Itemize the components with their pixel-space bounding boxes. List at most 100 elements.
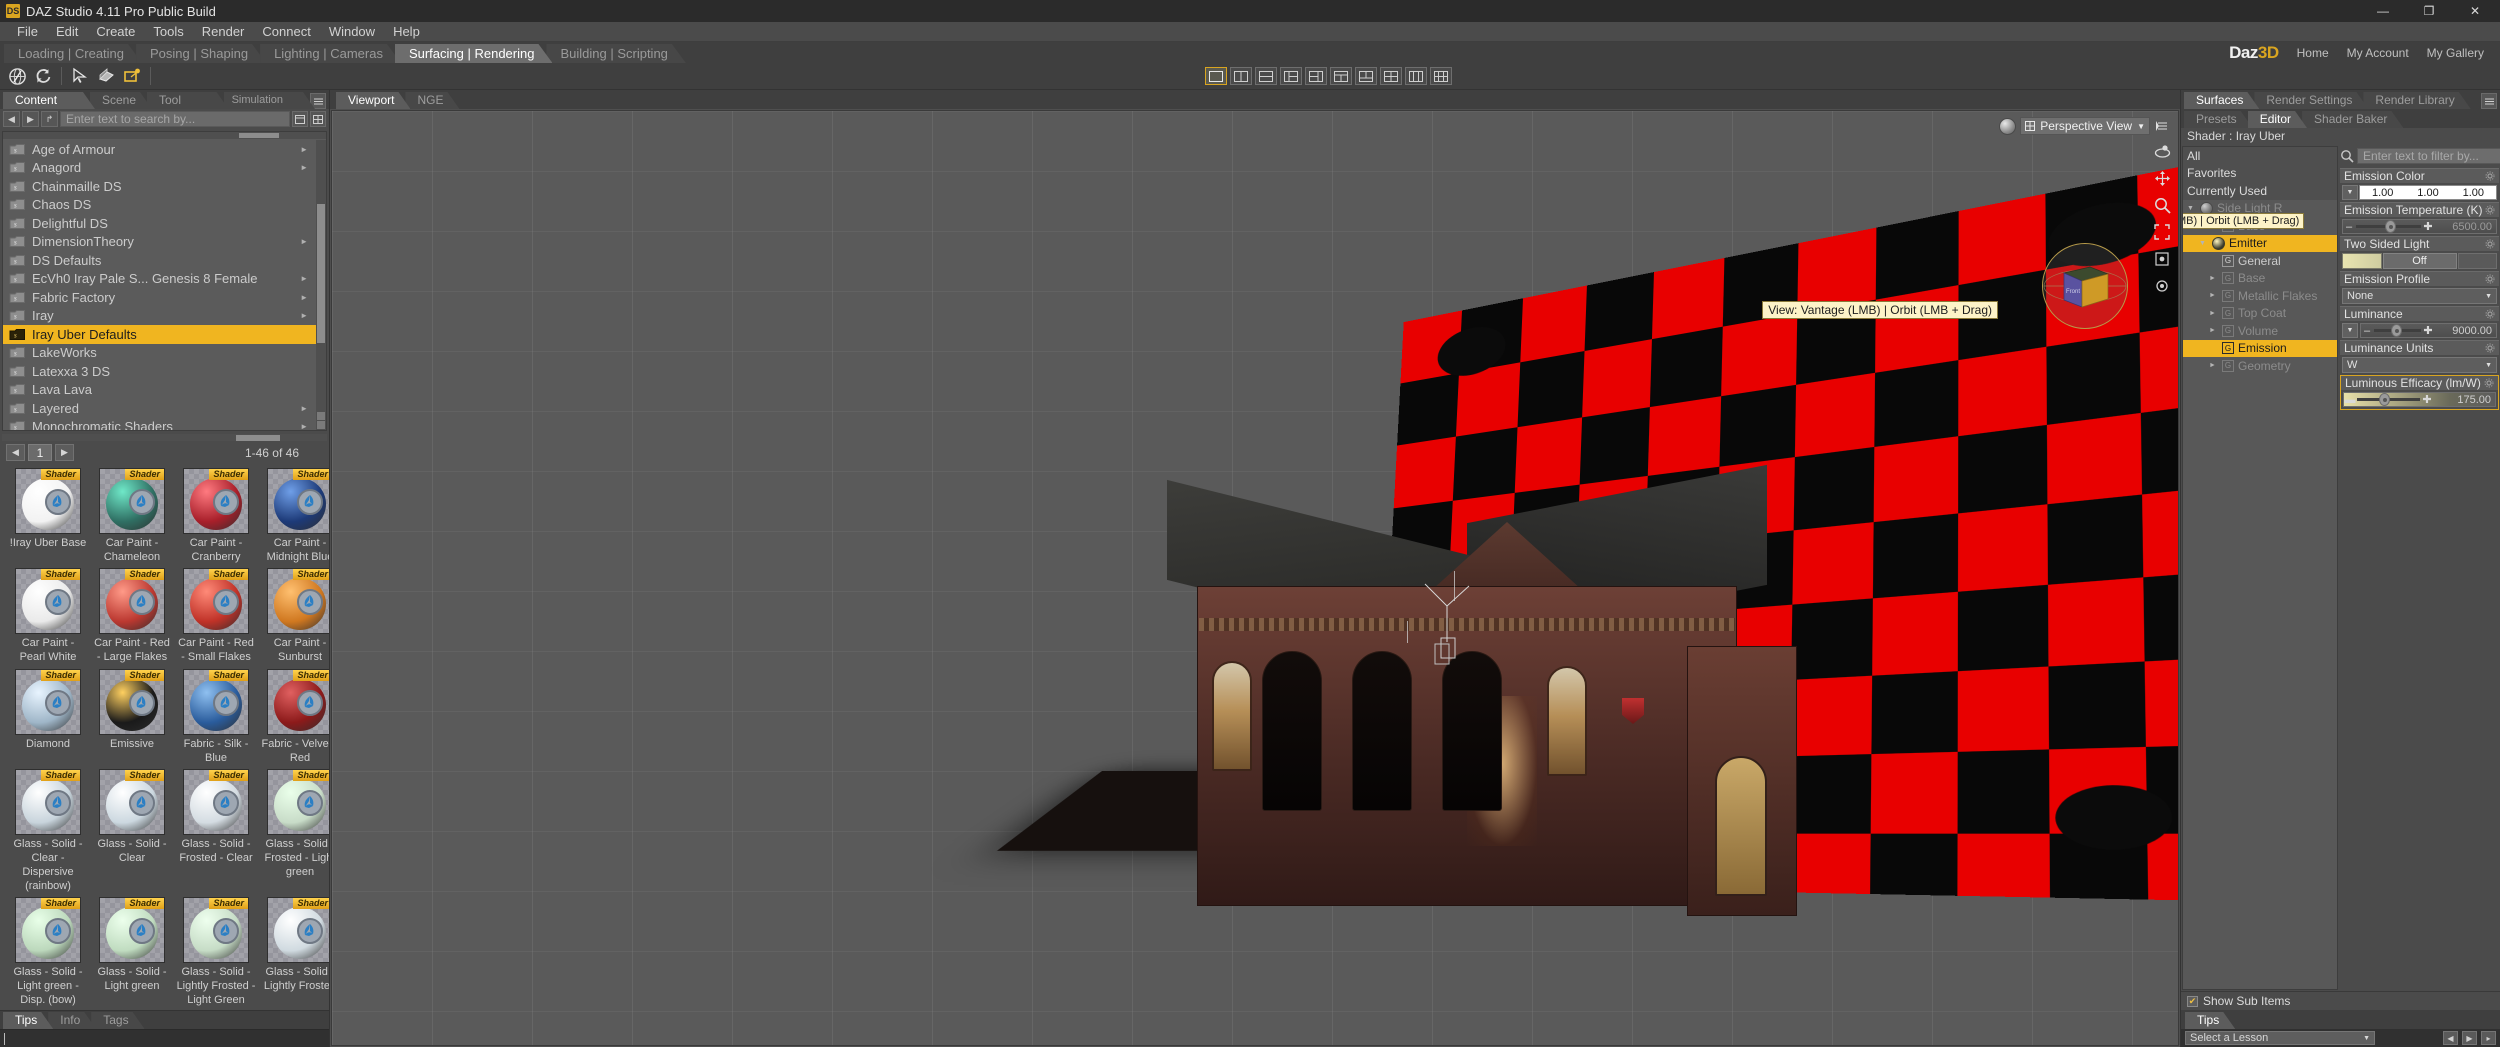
- toggle-right-segment[interactable]: [2457, 253, 2497, 269]
- minimize-button[interactable]: —: [2360, 0, 2406, 22]
- zoom-camera-icon[interactable]: [2152, 195, 2172, 215]
- dropdown-select[interactable]: None ▼: [2342, 288, 2497, 304]
- shader-thumbnail[interactable]: Shader Glass - Solid - Lightly Frosted: [260, 897, 329, 1007]
- surface-tree-row[interactable]: Favorites: [2183, 164, 2337, 182]
- shader-thumbnail[interactable]: Shader Car Paint - Red - Small Flakes: [176, 568, 256, 665]
- thumbs-hscroll-thumb[interactable]: [236, 435, 280, 441]
- content-tree-row[interactable]: s Fabric Factory ►: [3, 288, 316, 307]
- layout-two-vertical-icon[interactable]: [1229, 67, 1252, 85]
- show-sub-items-row[interactable]: ✔ Show Sub Items: [2181, 992, 2500, 1010]
- content-library-tree[interactable]: s Age of Armour ► s Anagord ► s Chainmaille DS s…: [2, 131, 327, 431]
- shader-thumbnail[interactable]: Shader Glass - Solid - Lightly Frosted - …: [176, 897, 256, 1007]
- activity-tab-posing-shaping[interactable]: Posing | Shaping: [136, 44, 266, 63]
- tab-simulation-settings[interactable]: Simulation Settings: [224, 92, 315, 109]
- tab-tool-settings[interactable]: Tool Settings: [147, 92, 229, 109]
- tab-info[interactable]: Info: [48, 1012, 96, 1029]
- menu-edit[interactable]: Edit: [47, 22, 87, 41]
- menu-render[interactable]: Render: [193, 22, 254, 41]
- menu-file[interactable]: File: [8, 22, 47, 41]
- content-tree-row[interactable]: s Iray Uber Defaults: [3, 325, 316, 344]
- layout-grid-icon[interactable]: [1429, 67, 1452, 85]
- tree-scroll-down-button[interactable]: [317, 421, 325, 429]
- shader-thumbnail[interactable]: Shader Glass - Solid - Frosted - Light gr…: [260, 769, 329, 893]
- slider-handle[interactable]: [2379, 393, 2391, 406]
- shader-thumbnail[interactable]: Shader Car Paint - Midnight Blue: [260, 467, 329, 565]
- expand-caret-icon[interactable]: ►: [2209, 275, 2218, 282]
- tree-vertical-scrollbar[interactable]: [316, 140, 326, 430]
- close-button[interactable]: ✕: [2452, 0, 2498, 22]
- tab-tips-right[interactable]: Tips: [2185, 1012, 2235, 1029]
- shader-thumbnail[interactable]: Shader Car Paint - Chameleon: [92, 467, 172, 565]
- surface-tree-row[interactable]: ► G Base: [2183, 270, 2337, 288]
- headlamp-icon[interactable]: [2152, 276, 2172, 296]
- tree-scroll-up-button[interactable]: [317, 412, 325, 420]
- gear-icon[interactable]: [2485, 171, 2495, 181]
- tab-tags[interactable]: Tags: [91, 1012, 144, 1029]
- tab-shader-baker[interactable]: Shader Baker: [2302, 111, 2403, 128]
- brand-link-my-account[interactable]: My Account: [2347, 46, 2409, 60]
- menu-window[interactable]: Window: [320, 22, 384, 41]
- expand-caret-icon[interactable]: ▼: [2342, 323, 2358, 338]
- up-button[interactable]: ↱: [41, 111, 58, 127]
- layout-three-left-icon[interactable]: [1279, 67, 1302, 85]
- viewport-menu-icon[interactable]: [2154, 118, 2170, 134]
- transform-gizmo[interactable]: [1417, 576, 1473, 666]
- slider-bar[interactable]: [2356, 220, 2421, 233]
- expand-arrow-icon[interactable]: ►: [300, 237, 316, 246]
- expand-arrow-icon[interactable]: ►: [300, 311, 316, 320]
- expand-arrow-icon[interactable]: ►: [300, 293, 316, 302]
- show-sub-items-checkbox[interactable]: ✔: [2187, 995, 2198, 1007]
- shader-thumbnail[interactable]: Shader Glass - Solid - Frosted - Clear: [176, 769, 256, 893]
- surface-tree-row[interactable]: G Emission: [2183, 339, 2337, 357]
- surface-tree-row[interactable]: ▼ Emitter: [2183, 234, 2337, 252]
- slider-track[interactable]: – ✚ 9000.00: [2360, 323, 2497, 338]
- activity-tab-loading-creating[interactable]: Loading | Creating: [4, 44, 142, 63]
- dropdown-select[interactable]: W ▼: [2342, 357, 2497, 373]
- tab-presets[interactable]: Presets: [2184, 111, 2253, 128]
- tips-text-area[interactable]: [0, 1029, 329, 1047]
- gear-icon[interactable]: [2485, 343, 2495, 353]
- shader-thumbnail[interactable]: Shader Glass - Solid - Clear - Dispersive…: [8, 769, 88, 893]
- content-tree-row[interactable]: s Monochromatic Shaders ►: [3, 418, 316, 430]
- expand-arrow-icon[interactable]: ►: [300, 163, 316, 172]
- tree-vscroll-thumb[interactable]: [317, 203, 325, 343]
- content-tree-row[interactable]: s Chainmaille DS: [3, 177, 316, 196]
- reload-icon[interactable]: [31, 65, 55, 88]
- brand-link-home[interactable]: Home: [2297, 46, 2329, 60]
- slider-decrement[interactable]: –: [2361, 325, 2373, 337]
- tree-horizontal-scrollbar[interactable]: [3, 132, 326, 139]
- thumbs-horizontal-scrollbar[interactable]: [2, 434, 327, 441]
- surface-tree[interactable]: AllFavoritesCurrently Used▼Side Light R►…: [2182, 146, 2338, 990]
- page-number[interactable]: 1: [28, 444, 52, 462]
- color-channel-value[interactable]: 1.00: [2451, 186, 2496, 199]
- surface-tree-row[interactable]: ► G Top Coat: [2183, 305, 2337, 323]
- layout-two-horizontal-icon[interactable]: [1254, 67, 1277, 85]
- content-tree-row[interactable]: s EcVh0 Iray Pale S... Genesis 8 Female ►: [3, 270, 316, 289]
- layout-three-bottom-icon[interactable]: [1354, 67, 1377, 85]
- color-channel-value[interactable]: 1.00: [2360, 186, 2405, 199]
- shader-thumbnail[interactable]: Shader Glass - Solid - Clear: [92, 769, 172, 893]
- menu-connect[interactable]: Connect: [253, 22, 319, 41]
- slider-value[interactable]: 6500.00: [2434, 221, 2496, 233]
- rotate-view-icon[interactable]: [94, 65, 118, 88]
- expand-caret-icon[interactable]: ►: [2209, 327, 2218, 334]
- layout-four-alt-icon[interactable]: [1404, 67, 1427, 85]
- page-prev-button[interactable]: ◀: [6, 444, 25, 462]
- activity-tab-building-scripting[interactable]: Building | Scripting: [546, 44, 685, 63]
- tab-editor[interactable]: Editor: [2248, 111, 2307, 128]
- expand-arrow-icon[interactable]: ►: [300, 422, 316, 430]
- expand-caret-icon[interactable]: ►: [2209, 292, 2218, 299]
- shader-thumbnail[interactable]: Shader Car Paint - Red - Large Flakes: [92, 568, 172, 665]
- expand-caret-icon[interactable]: ▼: [2199, 240, 2208, 247]
- content-tree-row[interactable]: s DS Defaults: [3, 251, 316, 270]
- view-navigation-cube[interactable]: Front: [2042, 243, 2128, 329]
- slider-track[interactable]: ▬ ✚ 175.00: [2343, 392, 2496, 407]
- expand-caret-icon[interactable]: ►: [2209, 362, 2218, 369]
- content-tree-row[interactable]: s LakeWorks: [3, 344, 316, 363]
- tab-surfaces[interactable]: Surfaces: [2184, 92, 2259, 109]
- expand-caret-icon[interactable]: ▼: [2187, 205, 2196, 212]
- activity-tab-lighting-cameras[interactable]: Lighting | Cameras: [260, 44, 401, 63]
- expand-arrow-icon[interactable]: ►: [300, 274, 316, 283]
- layout-four-icon[interactable]: [1379, 67, 1402, 85]
- orbit-camera-icon[interactable]: [2152, 141, 2172, 161]
